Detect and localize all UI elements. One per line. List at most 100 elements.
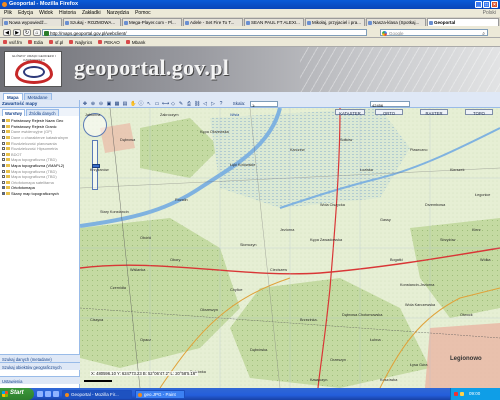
layer-checkbox[interactable] bbox=[2, 130, 5, 134]
ruler-icon[interactable]: ⟷ bbox=[162, 101, 169, 107]
map-view[interactable]: KATASTER ORTO RASTER TOPO Dąbrowa Krzyżan… bbox=[80, 108, 500, 388]
layer-checkbox[interactable] bbox=[2, 164, 5, 168]
ie-icon[interactable] bbox=[37, 391, 43, 397]
layer-checkbox[interactable] bbox=[2, 136, 5, 140]
help-icon[interactable]: ? bbox=[218, 101, 224, 107]
browser-tab[interactable]: Nasza-klasa (Spotkaj... bbox=[366, 18, 426, 26]
place-label: Legionowo bbox=[450, 356, 482, 362]
tab-metadata[interactable]: Metadane bbox=[23, 93, 52, 100]
reload-icon[interactable]: ↻ bbox=[23, 29, 31, 36]
place-label: Wisła bbox=[230, 113, 240, 117]
menu-view[interactable]: Widok bbox=[39, 10, 53, 17]
tab-data-sources[interactable]: Źródła danych bbox=[26, 109, 59, 116]
menu-file[interactable]: Plik bbox=[4, 10, 12, 17]
search-objects-panel[interactable]: Szukaj obiektów geograficznych bbox=[0, 362, 80, 370]
search-metadata-panel[interactable]: Szukaj danych (metadane) bbox=[0, 354, 80, 362]
place-label: Łęki Kotowskie bbox=[230, 163, 256, 167]
menu-tools[interactable]: Narzędzia bbox=[107, 10, 130, 17]
gugik-logo[interactable]: GŁÓWNY URZĄD GEODEZJI I KARTOGRAFII bbox=[4, 51, 62, 87]
layer-checkbox[interactable] bbox=[2, 180, 5, 184]
tab-layers[interactable]: Warstwy bbox=[2, 109, 26, 116]
layer-checkbox[interactable] bbox=[2, 186, 5, 190]
raster-button[interactable]: RASTER bbox=[420, 109, 448, 116]
zoom-box-icon[interactable]: ▣ bbox=[106, 101, 112, 107]
kataster-button[interactable]: KATASTER bbox=[335, 109, 365, 116]
layer-item[interactable]: Dane o charakterze katastralnym bbox=[2, 135, 79, 141]
desktop-icon[interactable] bbox=[45, 391, 51, 397]
forward-button[interactable]: ▶ bbox=[13, 29, 21, 36]
zoom-in-icon[interactable]: ⊕ bbox=[90, 101, 96, 107]
menu-edit[interactable]: Edycja bbox=[18, 10, 33, 17]
layer-item[interactable]: Skany map topograficznych bbox=[2, 191, 79, 197]
firefox-icon bbox=[2, 2, 7, 7]
browser-tab[interactable]: Adele - Set Fire To T... bbox=[183, 18, 243, 26]
bookmark-item[interactable]: vsif.fm bbox=[3, 40, 22, 46]
pencil-icon[interactable]: ✎ bbox=[178, 101, 184, 107]
scale-select[interactable]: 1: bbox=[250, 101, 278, 108]
bookmark-item[interactable]: Edia bbox=[28, 40, 43, 46]
layer-checkbox[interactable] bbox=[2, 119, 5, 123]
search-icon[interactable]: ⌕ bbox=[482, 31, 485, 37]
folder-icon bbox=[6, 164, 10, 168]
printer-icon[interactable]: ⎙ bbox=[186, 101, 192, 107]
select-icon[interactable]: ▭ bbox=[154, 101, 160, 107]
area-icon[interactable]: ◇ bbox=[170, 101, 176, 107]
layer-checkbox[interactable] bbox=[2, 175, 5, 179]
link-icon[interactable]: ⛓ bbox=[194, 101, 200, 107]
window-title: Geoportal - Mozilla Firefox bbox=[9, 1, 79, 7]
info-icon[interactable]: ⓘ bbox=[138, 101, 144, 107]
orto-button[interactable]: ORTO bbox=[375, 109, 403, 116]
bookmark-item[interactable]: Mbank bbox=[125, 40, 145, 46]
fullscreen-icon[interactable]: ▦ bbox=[114, 101, 120, 107]
menu-bookmarks[interactable]: Zakładki bbox=[82, 10, 101, 17]
pointer-icon[interactable]: ↖ bbox=[146, 101, 152, 107]
menu-help[interactable]: Pomoc bbox=[135, 10, 151, 17]
place-label: Wólka bbox=[480, 258, 491, 262]
tab-map[interactable]: Mapa bbox=[3, 93, 23, 100]
hand-icon[interactable]: ✋ bbox=[130, 101, 136, 107]
media-icon[interactable] bbox=[53, 391, 59, 397]
coordinates-readout: X: 480596.10 Y: 624773.23 B: 52°06'47.2"… bbox=[90, 371, 198, 376]
close-button[interactable]: × bbox=[491, 1, 498, 8]
browser-tab[interactable]: SEAN PAUL FT ALEXI... bbox=[244, 18, 304, 26]
bookmark-item[interactable]: Najlyrics bbox=[69, 40, 92, 46]
zoom-out-icon[interactable]: ⊖ bbox=[98, 101, 104, 107]
home-icon[interactable]: ⌂ bbox=[33, 29, 41, 36]
layer-checkbox[interactable] bbox=[2, 152, 5, 156]
taskbar-item[interactable]: Geoportal - Mozilla Fir... bbox=[62, 389, 132, 399]
browser-tab[interactable]: Mega-Player.com - Pl... bbox=[122, 18, 182, 26]
browser-tab[interactable]: Nowa wypowiedź... bbox=[2, 18, 62, 26]
layer-checkbox[interactable] bbox=[2, 192, 5, 196]
scale-input[interactable]: 42456 bbox=[370, 101, 410, 108]
search-input[interactable]: Google ⌕ bbox=[380, 29, 488, 37]
minimize-button[interactable]: _ bbox=[475, 1, 482, 8]
browser-tab[interactable]: Mikołaj, przyjaciel i pra... bbox=[305, 18, 365, 26]
topo-button[interactable]: TOPO bbox=[465, 109, 493, 116]
extent-icon[interactable]: ▤ bbox=[122, 101, 128, 107]
bookmark-item[interactable]: PEKAO bbox=[98, 40, 120, 46]
address-bar[interactable]: http://maps.geoportal.gov.pl/webclient/ bbox=[42, 29, 367, 36]
bookmark-item[interactable]: sf.pl bbox=[49, 40, 63, 46]
back-button[interactable]: ◀ bbox=[3, 29, 11, 36]
quick-launch bbox=[34, 391, 59, 397]
layer-checkbox[interactable] bbox=[2, 158, 5, 162]
next-view-icon[interactable]: ▷ bbox=[210, 101, 216, 107]
layer-checkbox[interactable] bbox=[2, 147, 5, 151]
zoom-slider[interactable] bbox=[92, 140, 100, 190]
menu-history[interactable]: Historia bbox=[59, 10, 76, 17]
layer-label: Rozdzielczość planowania bbox=[11, 140, 57, 146]
settings-panel[interactable]: Ustawienia bbox=[0, 376, 80, 384]
place-label: Rozalin bbox=[175, 198, 188, 202]
taskbar-item[interactable]: geo.JPG - Paint bbox=[135, 389, 185, 399]
previous-view-icon[interactable]: ◁ bbox=[202, 101, 208, 107]
layer-checkbox[interactable] bbox=[2, 169, 5, 173]
start-button[interactable]: Start bbox=[0, 388, 34, 400]
browser-tab-active[interactable]: Geoportal bbox=[427, 18, 499, 26]
layer-checkbox[interactable] bbox=[2, 124, 5, 128]
browser-tab[interactable]: Szukaj - ROZMOWA... bbox=[63, 18, 121, 26]
layer-checkbox[interactable] bbox=[2, 141, 5, 145]
main-tabs: Mapa Metadane bbox=[0, 92, 500, 100]
folder-icon bbox=[6, 186, 10, 190]
arrows-icon[interactable]: ✥ bbox=[82, 101, 88, 107]
maximize-button[interactable]: □ bbox=[483, 1, 490, 8]
